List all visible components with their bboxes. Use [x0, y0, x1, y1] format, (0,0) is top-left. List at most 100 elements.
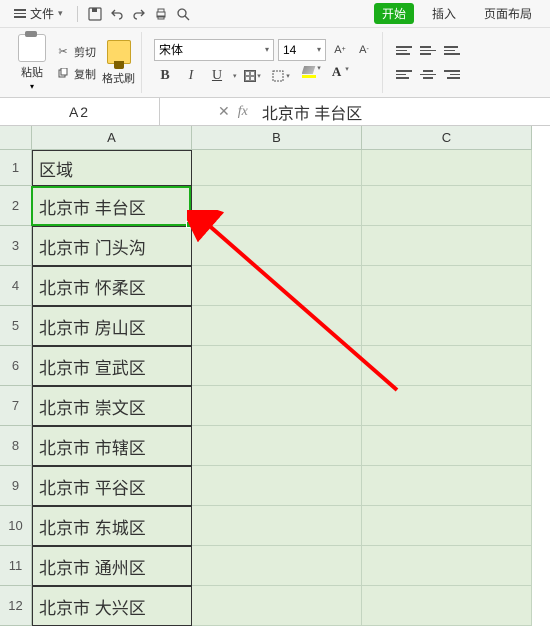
undo-icon[interactable]: [108, 5, 126, 23]
cell-A4[interactable]: 北京市 怀柔区: [32, 266, 192, 306]
bold-button[interactable]: B: [154, 65, 176, 87]
cut-label: 剪切: [74, 44, 96, 60]
menubar: 文件 ▾ 开始 插入 页面布局: [0, 0, 550, 28]
copy-button[interactable]: 复制: [56, 64, 96, 84]
font-color-button[interactable]: A ▾: [325, 66, 349, 86]
cell-A3[interactable]: 北京市 门头沟: [32, 226, 192, 266]
fx-icon[interactable]: fx: [238, 104, 248, 120]
decrease-font-button[interactable]: A-: [354, 40, 374, 60]
chevron-down-icon[interactable]: ▾: [233, 72, 237, 80]
cell-B2[interactable]: [192, 186, 362, 226]
cell-C8[interactable]: [362, 426, 532, 466]
cell-C9[interactable]: [362, 466, 532, 506]
name-box[interactable]: A2: [0, 98, 160, 125]
paste-button[interactable]: 粘贴 ▾: [14, 32, 50, 93]
italic-button[interactable]: I: [180, 65, 202, 87]
spreadsheet-grid[interactable]: A B C 123456789101112 区域北京市 丰台区北京市 门头沟北京…: [0, 126, 550, 636]
cell-A6[interactable]: 北京市 宣武区: [32, 346, 192, 386]
row-header[interactable]: 3: [0, 226, 32, 266]
row-header[interactable]: 2: [0, 186, 32, 226]
row-header[interactable]: 9: [0, 466, 32, 506]
tab-insert[interactable]: 插入: [422, 1, 466, 26]
row-headers: 123456789101112: [0, 150, 32, 636]
chevron-down-icon: ▾: [317, 45, 321, 54]
ribbon: 粘贴 ▾ ✂ 剪切 复制 格式刷 宋体 ▾ 14 ▾: [0, 28, 550, 98]
row-header[interactable]: 5: [0, 306, 32, 346]
cell-A5[interactable]: 北京市 房山区: [32, 306, 192, 346]
letter-a-icon: A: [332, 66, 341, 78]
font-size-dropdown[interactable]: 14 ▾: [278, 39, 326, 61]
cell-B9[interactable]: [192, 466, 362, 506]
cell-C12[interactable]: [362, 586, 532, 626]
col-header-b[interactable]: B: [192, 126, 362, 150]
cell-C2[interactable]: [362, 186, 532, 226]
align-center-button[interactable]: [417, 65, 439, 85]
font-name-dropdown[interactable]: 宋体 ▾: [154, 39, 274, 61]
brush-label: 格式刷: [102, 70, 135, 86]
cells-area[interactable]: 区域北京市 丰台区北京市 门头沟北京市 怀柔区北京市 房山区北京市 宣武区北京市…: [32, 150, 550, 636]
increase-font-button[interactable]: A+: [330, 40, 350, 60]
align-left-button[interactable]: [393, 65, 415, 85]
fill-color-button[interactable]: ▾: [297, 66, 321, 86]
formula-bar: A2 ✕ fx 北京市 丰台区: [0, 98, 550, 126]
select-all-corner[interactable]: [0, 126, 32, 150]
cell-A8[interactable]: 北京市 市辖区: [32, 426, 192, 466]
cell-A2[interactable]: 北京市 丰台区: [32, 186, 192, 226]
borders-button[interactable]: ▾: [241, 66, 265, 86]
cell-B1[interactable]: [192, 150, 362, 186]
tab-start[interactable]: 开始: [374, 3, 414, 24]
cut-button[interactable]: ✂ 剪切: [56, 42, 96, 62]
cell-B7[interactable]: [192, 386, 362, 426]
cell-B10[interactable]: [192, 506, 362, 546]
row-header[interactable]: 7: [0, 386, 32, 426]
print-icon[interactable]: [152, 5, 170, 23]
col-header-a[interactable]: A: [32, 126, 192, 150]
cell-C4[interactable]: [362, 266, 532, 306]
tab-layout[interactable]: 页面布局: [474, 1, 542, 26]
col-header-c[interactable]: C: [362, 126, 532, 150]
save-icon[interactable]: [86, 5, 104, 23]
row-header[interactable]: 6: [0, 346, 32, 386]
cell-C3[interactable]: [362, 226, 532, 266]
fx-icons: ✕ fx: [210, 103, 256, 120]
row-header[interactable]: 10: [0, 506, 32, 546]
file-menu[interactable]: 文件 ▾: [8, 3, 69, 24]
chevron-down-icon: ▾: [58, 8, 63, 19]
cancel-icon[interactable]: ✕: [218, 103, 230, 120]
cell-A1[interactable]: 区域: [32, 150, 192, 186]
cell-A9[interactable]: 北京市 平谷区: [32, 466, 192, 506]
align-right-button[interactable]: [441, 65, 463, 85]
row-header[interactable]: 4: [0, 266, 32, 306]
cell-C1[interactable]: [362, 150, 532, 186]
format-painter-button[interactable]: 格式刷: [102, 40, 135, 86]
clipboard-group: 粘贴 ▾ ✂ 剪切 复制 格式刷: [8, 32, 142, 93]
row-header[interactable]: 8: [0, 426, 32, 466]
cell-B12[interactable]: [192, 586, 362, 626]
preview-icon[interactable]: [174, 5, 192, 23]
cell-B3[interactable]: [192, 226, 362, 266]
cell-C11[interactable]: [362, 546, 532, 586]
row-header[interactable]: 1: [0, 150, 32, 186]
align-bottom-button[interactable]: [441, 41, 463, 61]
align-top-button[interactable]: [393, 41, 415, 61]
cell-A7[interactable]: 北京市 崇文区: [32, 386, 192, 426]
redo-icon[interactable]: [130, 5, 148, 23]
border-style-button[interactable]: ▾: [269, 66, 293, 86]
formula-input[interactable]: 北京市 丰台区: [256, 100, 550, 124]
cell-B6[interactable]: [192, 346, 362, 386]
underline-button[interactable]: U: [206, 65, 228, 87]
cell-C5[interactable]: [362, 306, 532, 346]
cell-A11[interactable]: 北京市 通州区: [32, 546, 192, 586]
row-header[interactable]: 11: [0, 546, 32, 586]
cell-A10[interactable]: 北京市 东城区: [32, 506, 192, 546]
cell-B8[interactable]: [192, 426, 362, 466]
cell-C10[interactable]: [362, 506, 532, 546]
cell-B11[interactable]: [192, 546, 362, 586]
row-header[interactable]: 12: [0, 586, 32, 626]
cell-B5[interactable]: [192, 306, 362, 346]
cell-C7[interactable]: [362, 386, 532, 426]
cell-C6[interactable]: [362, 346, 532, 386]
cell-A12[interactable]: 北京市 大兴区: [32, 586, 192, 626]
align-middle-button[interactable]: [417, 41, 439, 61]
cell-B4[interactable]: [192, 266, 362, 306]
